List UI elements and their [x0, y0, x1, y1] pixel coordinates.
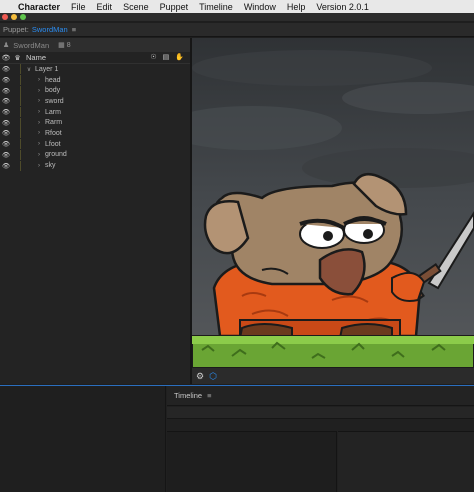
- layer-color-bar: [20, 96, 21, 107]
- scene-canvas[interactable]: [192, 38, 474, 368]
- character-animator-window: { "menubar": { "apple": "", "items": ["C…: [0, 0, 474, 492]
- puppet-tab[interactable]: ♟ SwordMan ▦ 8: [0, 38, 190, 52]
- menu-bar: Character File Edit Scene Puppet Timelin…: [0, 0, 474, 13]
- zoom-window-button[interactable]: [20, 14, 26, 20]
- layer-row[interactable]: 👁 › body: [0, 85, 190, 96]
- minimize-window-button[interactable]: [11, 14, 17, 20]
- chevron-right-icon[interactable]: ›: [35, 88, 43, 94]
- layer-name: sky: [45, 162, 56, 170]
- layer-row-root[interactable]: 👁 ∨ Layer 1: [0, 64, 190, 75]
- layer-color-bar: [20, 149, 21, 160]
- chevron-right-icon[interactable]: ›: [35, 163, 43, 169]
- scene-toolbar: ⚙ ⬡: [192, 368, 474, 384]
- target-column-icon[interactable]: ☉: [150, 53, 156, 61]
- chevron-down-icon[interactable]: ∨: [25, 66, 33, 73]
- menu-item-app[interactable]: Character: [18, 2, 60, 12]
- target-icon[interactable]: ⚙: [196, 371, 204, 382]
- puppet-tab-label: SwordMan: [13, 40, 50, 50]
- layer-color-bar: [20, 128, 21, 139]
- chevron-right-icon[interactable]: ›: [35, 109, 43, 115]
- timeline-title[interactable]: Timeline: [174, 391, 202, 400]
- eye-icon[interactable]: 👁: [0, 151, 12, 159]
- layer-name: sword: [45, 97, 64, 105]
- scene-artwork: [192, 38, 474, 368]
- timeline-menu-icon[interactable]: ≡: [207, 391, 211, 400]
- layer-row[interactable]: 👁 › sword: [0, 96, 190, 107]
- menu-item-file[interactable]: File: [71, 2, 86, 12]
- bottom-panels: Timeline ≡: [0, 386, 474, 492]
- layer-name: Lfoot: [45, 140, 61, 148]
- properties-panel: [0, 386, 166, 492]
- eye-icon[interactable]: 👁: [0, 140, 12, 148]
- hand-column-icon[interactable]: ✋: [175, 53, 184, 61]
- menu-item-edit[interactable]: Edit: [97, 2, 113, 12]
- layer-color-bar: [20, 160, 21, 171]
- shape-icon[interactable]: ⬡: [209, 371, 217, 382]
- lock-count-icon: ▦: [58, 42, 65, 49]
- layer-color-bar: [20, 107, 21, 118]
- chevron-right-icon[interactable]: ›: [35, 141, 43, 147]
- rarm-layer: [391, 271, 426, 302]
- layer-row[interactable]: 👁 › Lfoot: [0, 139, 190, 150]
- puppet-name[interactable]: SwordMan: [32, 25, 68, 34]
- eye-icon[interactable]: 👁: [0, 65, 12, 73]
- layer-color-bar: [20, 64, 21, 75]
- close-window-button[interactable]: [2, 14, 8, 20]
- layer-name: body: [45, 87, 61, 95]
- menu-item-puppet[interactable]: Puppet: [160, 2, 189, 12]
- chevron-right-icon[interactable]: ›: [35, 152, 43, 158]
- eye-icon[interactable]: 👁: [0, 87, 12, 95]
- layer-name: ground: [45, 151, 67, 159]
- layer-name: Larm: [45, 108, 61, 116]
- layer-color-bar: [20, 85, 21, 96]
- eye-icon[interactable]: 👁: [0, 76, 12, 84]
- menu-item-version: Version 2.0.1: [316, 1, 369, 12]
- person-icon: ♟: [3, 42, 10, 49]
- layer-row[interactable]: 👁 › Larm: [0, 107, 190, 118]
- crown-column-icon: ♛: [14, 54, 21, 62]
- layer-row[interactable]: 👁 › head: [0, 75, 190, 86]
- layer-name: Rarm: [45, 119, 63, 127]
- timeline-ruler[interactable]: [167, 407, 474, 419]
- window-titlebar: [0, 13, 474, 21]
- menu-item-timeline[interactable]: Timeline: [199, 2, 233, 12]
- layers-column-header: 👁 ♛ Name ☉ ▤ ✋: [0, 52, 190, 64]
- visibility-column-icon: 👁: [1, 54, 11, 62]
- lock-column-icon[interactable]: ▤: [163, 53, 170, 61]
- menu-item-scene[interactable]: Scene: [123, 2, 149, 12]
- puppet-layers-panel: ♟ SwordMan ▦ 8 👁 ♛ Name ☉ ▤ ✋ 👁 ∨ Layer …: [0, 38, 190, 384]
- chevron-right-icon[interactable]: ›: [35, 130, 43, 136]
- timeline-track-list[interactable]: [167, 431, 337, 492]
- layer-name: head: [45, 76, 61, 84]
- eye-icon[interactable]: 👁: [0, 162, 12, 170]
- puppet-tab-count: 8: [66, 41, 71, 49]
- layer-color-bar: [20, 139, 21, 150]
- eye-icon[interactable]: 👁: [0, 108, 12, 116]
- ground-layer: [192, 335, 474, 368]
- menu-item-window[interactable]: Window: [244, 2, 276, 12]
- layer-color-bar: [20, 75, 21, 86]
- timeline-track-area[interactable]: [338, 431, 474, 492]
- layer-name: Rfoot: [45, 129, 62, 137]
- layer-row[interactable]: 👁 › ground: [0, 149, 190, 161]
- layer-row[interactable]: 👁 › sky: [0, 160, 190, 171]
- chevron-right-icon[interactable]: ›: [35, 77, 43, 83]
- chevron-right-icon[interactable]: ›: [35, 120, 43, 126]
- layer-color-bar: [20, 117, 21, 128]
- name-column-header[interactable]: Name: [26, 53, 46, 62]
- eye-icon[interactable]: 👁: [0, 97, 12, 105]
- eye-icon[interactable]: 👁: [0, 129, 12, 137]
- menu-item-help[interactable]: Help: [287, 2, 306, 12]
- layer-row[interactable]: 👁 › Rfoot: [0, 128, 190, 139]
- timeline-panel-header: Timeline ≡: [167, 386, 474, 406]
- chevron-right-icon[interactable]: ›: [35, 98, 43, 104]
- puppet-panel-menu-icon[interactable]: ≡: [72, 25, 76, 34]
- eye-icon[interactable]: 👁: [0, 119, 12, 127]
- puppet-label: Puppet:: [3, 25, 29, 34]
- layer-row[interactable]: 👁 › Rarm: [0, 117, 190, 128]
- layer-name: Layer 1: [35, 65, 59, 73]
- puppet-panel-header: Puppet: SwordMan ≡: [0, 23, 474, 37]
